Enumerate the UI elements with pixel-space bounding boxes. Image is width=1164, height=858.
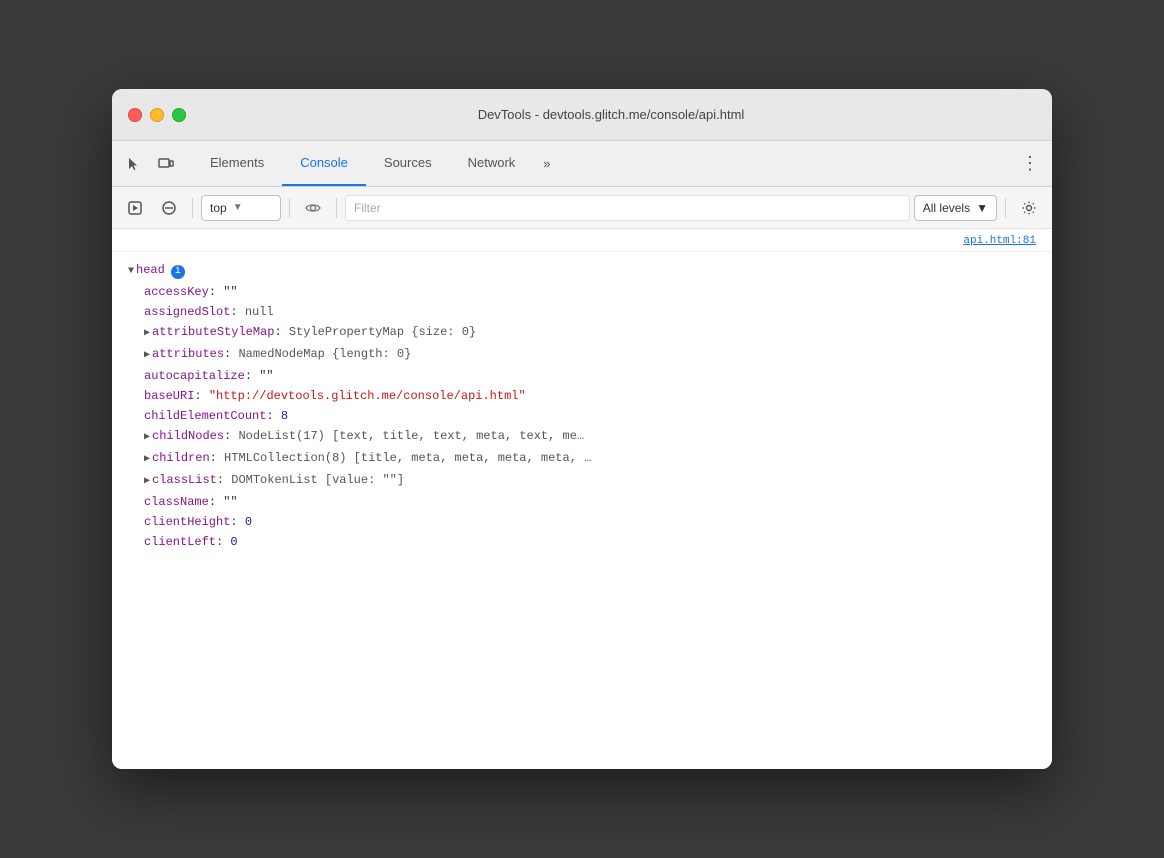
clear-button[interactable]: [154, 193, 184, 223]
maximize-button[interactable]: [172, 108, 186, 122]
classList-toggle[interactable]: [144, 473, 150, 491]
info-badge[interactable]: i: [171, 265, 185, 279]
cursor-icon[interactable]: [120, 150, 148, 178]
filter-input[interactable]: [345, 195, 910, 221]
console-toolbar: top ▼ All levels ▼: [112, 187, 1052, 229]
tabs: Elements Console Sources Network »: [192, 141, 1016, 186]
prop-row-childElementCount[interactable]: childElementCount: 8: [112, 406, 1052, 426]
device-icon[interactable]: [152, 150, 180, 178]
level-selector[interactable]: All levels ▼: [914, 195, 997, 221]
prop-row-assignedSlot[interactable]: assignedSlot: null: [112, 302, 1052, 322]
toolbar-separator: [192, 198, 193, 218]
prop-row-classList[interactable]: classList: DOMTokenList [value: ""]: [112, 470, 1052, 492]
toolbar-separator-4: [1005, 198, 1006, 218]
file-reference[interactable]: api.html:81: [112, 229, 1052, 252]
prop-row-clientHeight[interactable]: clientHeight: 0: [112, 512, 1052, 532]
root-object-row[interactable]: head i: [112, 260, 1052, 282]
prop-row-autocapitalize[interactable]: autocapitalize: "": [112, 366, 1052, 386]
close-button[interactable]: [128, 108, 142, 122]
attributeStyleMap-toggle[interactable]: [144, 325, 150, 343]
tab-bar: Elements Console Sources Network » ⋮: [112, 141, 1052, 187]
level-dropdown-arrow: ▼: [976, 201, 988, 215]
execute-button[interactable]: [120, 193, 150, 223]
prop-row-baseURI[interactable]: baseURI: "http://devtools.glitch.me/cons…: [112, 386, 1052, 406]
toolbar-separator-3: [336, 198, 337, 218]
attributes-toggle[interactable]: [144, 347, 150, 365]
tab-network[interactable]: Network: [450, 141, 534, 186]
context-dropdown-arrow: ▼: [233, 202, 243, 213]
console-tree: head i accessKey: "" assignedSlot: null …: [112, 252, 1052, 560]
prop-row-clientLeft[interactable]: clientLeft: 0: [112, 532, 1052, 552]
root-toggle[interactable]: [128, 263, 134, 281]
tab-more[interactable]: »: [533, 141, 560, 186]
minimize-button[interactable]: [150, 108, 164, 122]
title-bar: DevTools - devtools.glitch.me/console/ap…: [112, 89, 1052, 141]
settings-button[interactable]: [1014, 193, 1044, 223]
tab-sources[interactable]: Sources: [366, 141, 450, 186]
devtools-window: DevTools - devtools.glitch.me/console/ap…: [112, 89, 1052, 769]
childNodes-toggle[interactable]: [144, 429, 150, 447]
baseURI-link[interactable]: "http://devtools.glitch.me/console/api.h…: [209, 387, 526, 405]
tab-elements[interactable]: Elements: [192, 141, 282, 186]
children-toggle[interactable]: [144, 451, 150, 469]
prop-row-children[interactable]: children: HTMLCollection(8) [title, meta…: [112, 448, 1052, 470]
tab-bar-right: ⋮: [1016, 141, 1044, 186]
prop-row-className[interactable]: className: "": [112, 492, 1052, 512]
root-name: head: [136, 261, 165, 279]
context-selector[interactable]: top ▼: [201, 195, 281, 221]
traffic-lights: [128, 108, 186, 122]
prop-row-accessKey[interactable]: accessKey: "": [112, 282, 1052, 302]
more-options-button[interactable]: ⋮: [1016, 150, 1044, 178]
toolbar-separator-2: [289, 198, 290, 218]
prop-row-childNodes[interactable]: childNodes: NodeList(17) [text, title, t…: [112, 426, 1052, 448]
console-content[interactable]: api.html:81 head i accessKey: "" assigne…: [112, 229, 1052, 769]
window-title: DevTools - devtools.glitch.me/console/ap…: [186, 107, 1036, 122]
prop-row-attributes[interactable]: attributes: NamedNodeMap {length: 0}: [112, 344, 1052, 366]
prop-row-attributeStyleMap[interactable]: attributeStyleMap: StylePropertyMap {siz…: [112, 322, 1052, 344]
tab-bar-icons: [120, 141, 180, 186]
tab-console[interactable]: Console: [282, 141, 366, 186]
eye-icon[interactable]: [298, 193, 328, 223]
